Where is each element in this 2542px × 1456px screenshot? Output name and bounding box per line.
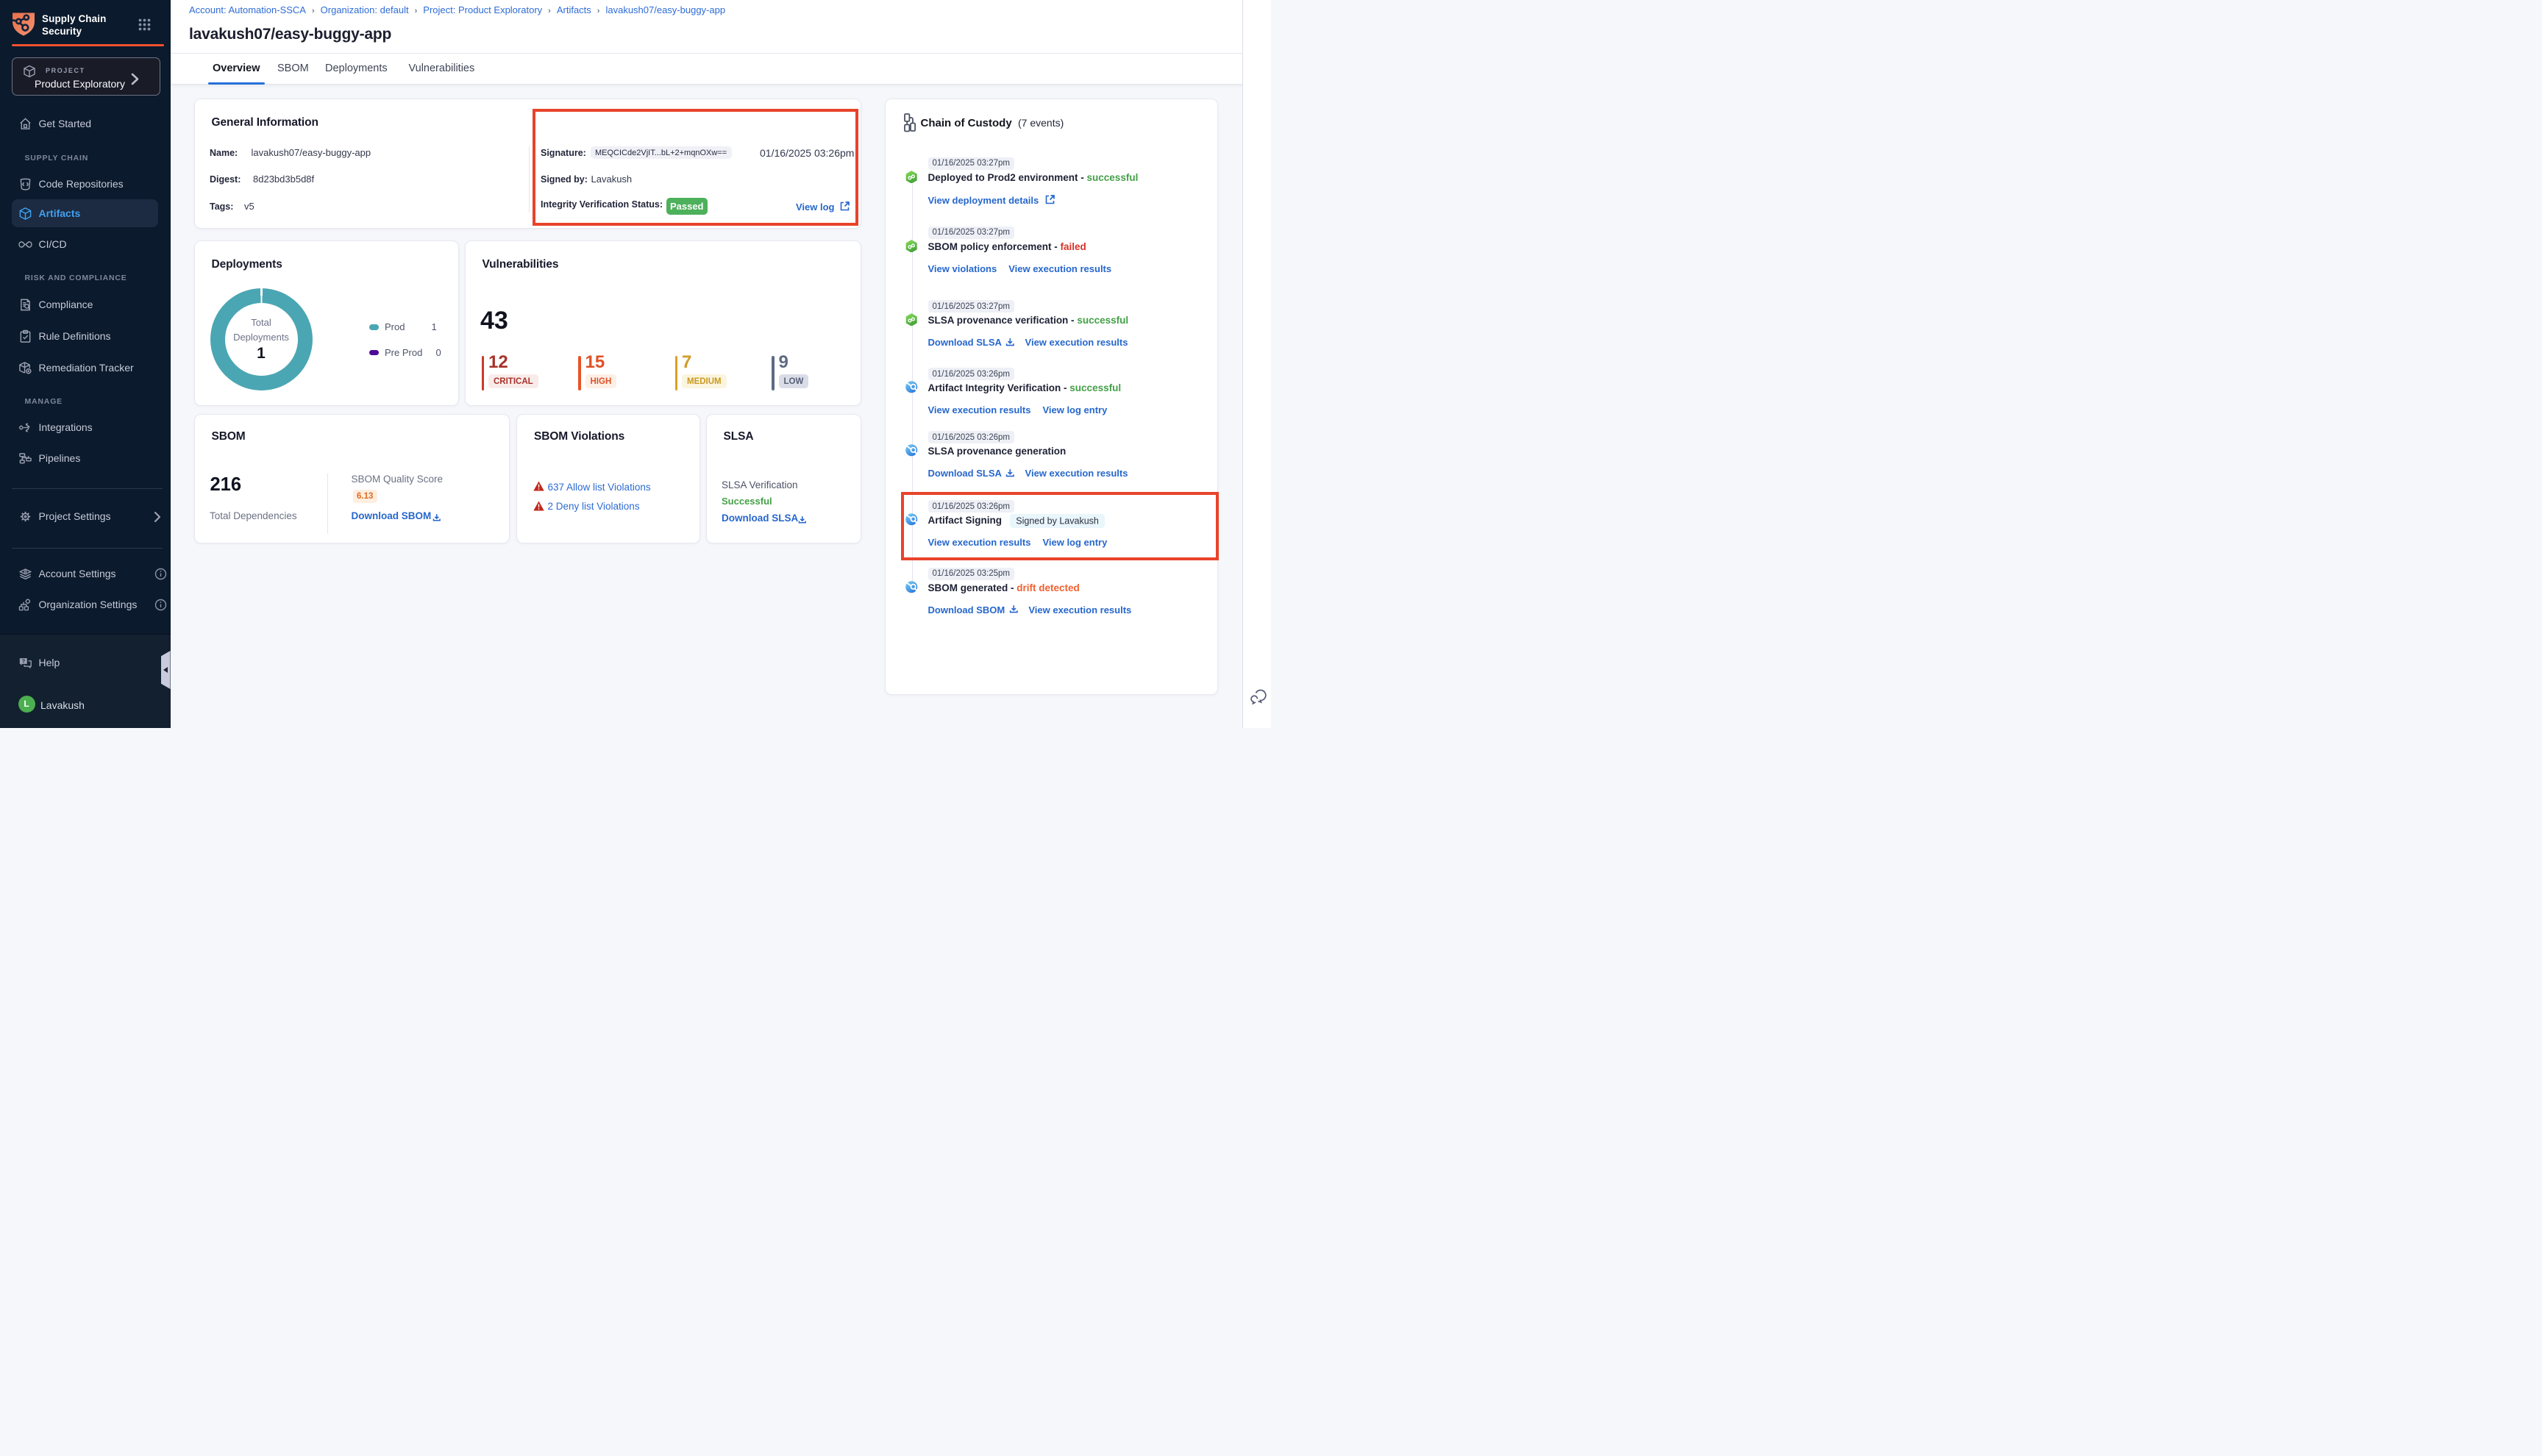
svg-text:?: ? — [22, 657, 25, 664]
